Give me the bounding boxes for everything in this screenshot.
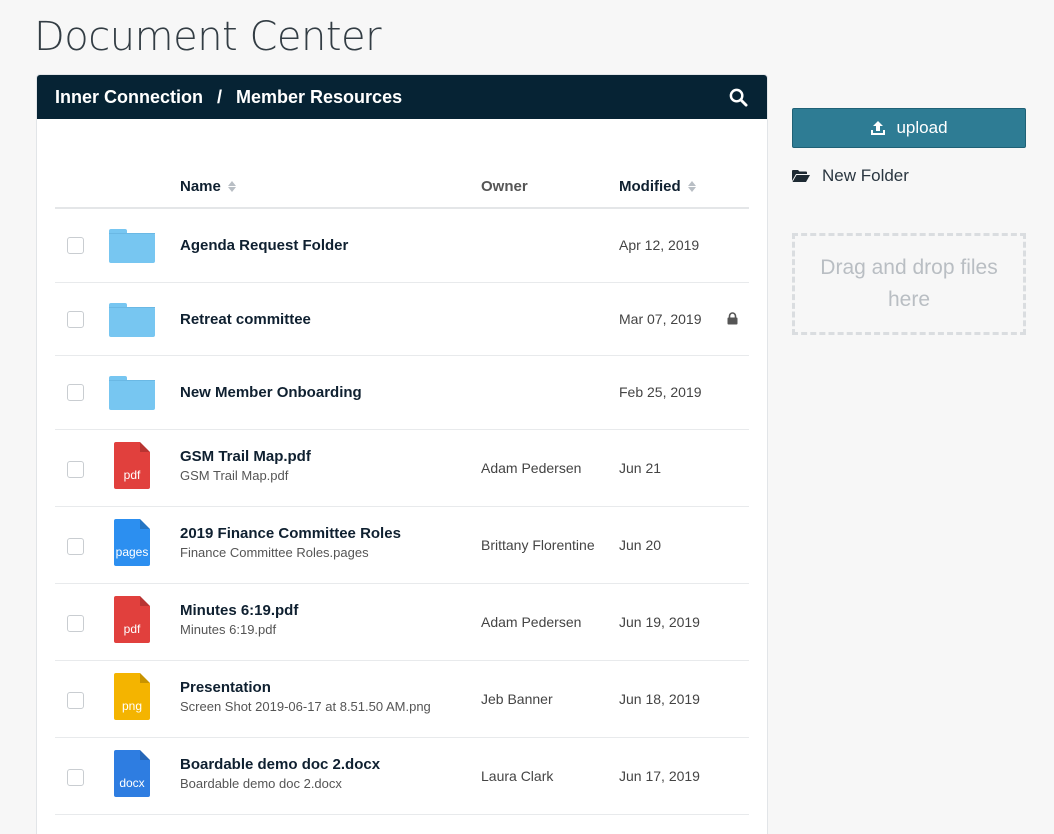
pdf-file-icon: pdf	[114, 441, 150, 489]
row-checkbox[interactable]	[67, 384, 84, 401]
breadcrumb-item-inner-connection[interactable]: Inner Connection	[55, 87, 203, 108]
item-name[interactable]: GSM Trail Map.pdf	[180, 448, 311, 465]
column-header-label: Owner	[481, 177, 528, 195]
column-header-label: Modified	[619, 177, 681, 195]
file-type-label: png	[121, 699, 143, 714]
dropzone-text: Drag and drop files here	[820, 256, 998, 311]
column-header-label: Name	[180, 177, 221, 195]
folder-icon	[109, 376, 155, 410]
documents-table: Name Owner Modified Agenda Request Folde…	[55, 165, 749, 816]
item-name[interactable]: Boardable demo doc 2.docx	[180, 756, 380, 773]
item-filename: Boardable demo doc 2.docx	[180, 776, 342, 792]
file-type-label: docx	[119, 776, 145, 791]
item-filename: Finance Committee Roles.pages	[180, 544, 369, 560]
file-dropzone[interactable]: Drag and drop files here	[792, 233, 1026, 335]
item-modified: Jun 18, 2019	[619, 691, 700, 708]
item-owner: Adam Pedersen	[481, 613, 582, 630]
breadcrumb: Inner Connection / Member Resources	[37, 75, 767, 119]
folder-open-icon	[792, 170, 810, 182]
table-row[interactable]: pdf Minutes 6:19.pdf Minutes 6:19.pdf Ad…	[55, 584, 749, 662]
row-checkbox[interactable]	[67, 537, 84, 555]
item-modified: Jun 19, 2019	[619, 613, 700, 630]
row-checkbox[interactable]	[67, 237, 84, 254]
lock-icon	[727, 311, 738, 324]
row-checkbox[interactable]	[67, 692, 84, 710]
file-type-label: pdf	[123, 621, 141, 636]
item-name[interactable]: New Member Onboarding	[180, 384, 362, 401]
item-name[interactable]: Minutes 6:19.pdf	[180, 602, 298, 619]
file-type-label: pages	[115, 544, 149, 559]
documents-panel: Inner Connection / Member Resources Name…	[36, 74, 768, 834]
png-file-icon: png	[114, 673, 150, 721]
row-checkbox[interactable]	[67, 614, 84, 632]
item-name[interactable]: Retreat committee	[180, 311, 311, 328]
row-checkbox[interactable]	[67, 310, 84, 328]
sort-icon	[687, 180, 696, 192]
item-name[interactable]: Agenda Request Folder	[180, 237, 348, 254]
upload-button-label: upload	[896, 118, 948, 137]
column-header-owner: Owner	[481, 178, 528, 195]
row-checkbox[interactable]	[67, 769, 84, 787]
file-type-label: pdf	[123, 467, 141, 482]
item-modified: Mar 07, 2019	[619, 310, 702, 327]
item-owner: Brittany Florentine	[481, 536, 595, 553]
table-row[interactable]: Agenda Request Folder Apr 12, 2019	[55, 209, 749, 283]
item-modified: Feb 25, 2019	[619, 384, 702, 400]
table-row[interactable]: pdf GSM Trail Map.pdf GSM Trail Map.pdf …	[55, 430, 749, 507]
new-folder-label: New Folder	[822, 166, 909, 185]
item-modified: Jun 21	[619, 459, 662, 476]
item-name[interactable]: Presentation	[180, 679, 271, 696]
upload-icon	[871, 121, 886, 135]
pdf-file-icon: pdf	[114, 595, 150, 643]
table-row[interactable]: Retreat committee Mar 07, 2019	[55, 283, 749, 356]
row-checkbox[interactable]	[67, 460, 84, 478]
table-row[interactable]: png Presentation Screen Shot 2019-06-17 …	[55, 661, 749, 739]
page-title: Document Center	[34, 14, 382, 60]
upload-button[interactable]: upload	[792, 108, 1026, 148]
item-modified: Jun 20	[619, 536, 662, 553]
pages-file-icon: pages	[114, 518, 150, 566]
item-filename: Screen Shot 2019-06-17 at 8.51.50 AM.png	[180, 699, 431, 715]
column-header-name[interactable]: Name	[180, 178, 236, 195]
item-filename: Minutes 6:19.pdf	[180, 621, 277, 637]
item-owner: Adam Pedersen	[481, 459, 582, 476]
breadcrumb-separator: /	[217, 86, 223, 107]
table-row[interactable]: pages 2019 Finance Committee Roles Finan…	[55, 507, 749, 584]
search-button[interactable]	[727, 86, 749, 108]
docx-file-icon: docx	[114, 750, 150, 798]
table-row[interactable]: New Member Onboarding Feb 25, 2019	[55, 356, 749, 430]
item-owner: Jeb Banner	[481, 691, 553, 708]
item-modified: Jun 17, 2019	[619, 768, 700, 785]
folder-icon	[109, 229, 155, 263]
item-owner: Laura Clark	[481, 768, 554, 785]
table-row[interactable]: docx Boardable demo doc 2.docx Boardable…	[55, 738, 749, 816]
item-modified: Apr 12, 2019	[619, 237, 700, 253]
breadcrumb-item-member-resources[interactable]: Member Resources	[236, 87, 402, 108]
search-icon	[729, 88, 748, 107]
folder-icon	[109, 302, 155, 337]
table-header: Name Owner Modified	[55, 165, 749, 209]
item-filename: GSM Trail Map.pdf	[180, 467, 289, 483]
item-name[interactable]: 2019 Finance Committee Roles	[180, 525, 401, 542]
sort-icon	[227, 180, 236, 192]
column-header-modified[interactable]: Modified	[619, 178, 696, 195]
new-folder-button[interactable]: New Folder	[792, 166, 909, 186]
